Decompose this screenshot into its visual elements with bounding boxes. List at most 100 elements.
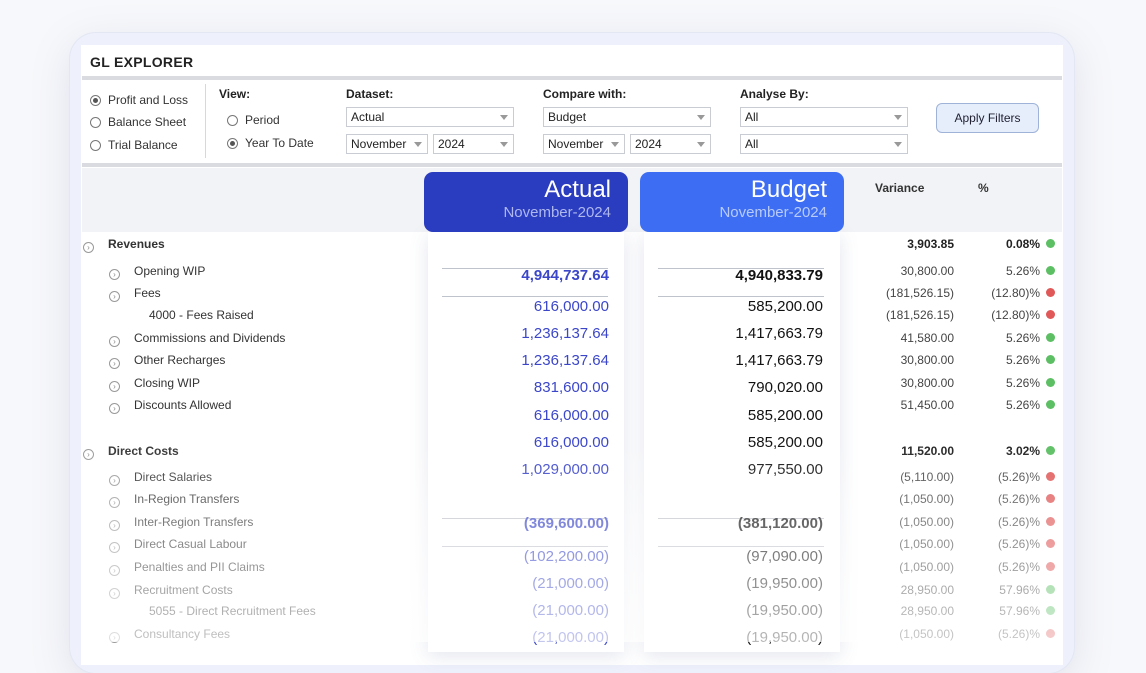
status-dot xyxy=(1046,400,1055,409)
actual-period: November-2024 xyxy=(503,204,611,221)
compare-select[interactable]: Budget xyxy=(543,107,711,127)
compare-label: Compare with: xyxy=(543,87,627,101)
radio-unselected-icon xyxy=(227,114,238,126)
radio-label: Profit and Loss xyxy=(108,93,189,107)
chevron-down-icon xyxy=(500,142,508,147)
radio-year-to-date[interactable]: Year To Date xyxy=(227,136,314,150)
status-dot xyxy=(1046,355,1055,364)
budget-value: (19,950.00) xyxy=(746,575,823,592)
status-dot xyxy=(1046,288,1055,297)
radio-profit-and-loss[interactable]: Profit and Loss xyxy=(90,93,188,107)
account-label: Penalties and PII Claims xyxy=(134,560,265,574)
filters-divider xyxy=(82,163,1062,167)
budget-value: (97,090.00) xyxy=(746,548,823,565)
expand-icon[interactable]: › xyxy=(109,497,120,508)
variance-value: 28,950.00 xyxy=(900,604,954,618)
percent-header: % xyxy=(978,181,989,195)
chevron-down-icon xyxy=(611,142,619,147)
radio-trial-balance[interactable]: Trial Balance xyxy=(90,138,178,152)
status-dot xyxy=(1046,539,1055,548)
radio-label: Period xyxy=(245,113,280,127)
actual-value: 1,236,137.64 xyxy=(521,325,609,342)
dataset-month-value: November xyxy=(351,137,407,151)
dataset-select[interactable]: Actual xyxy=(346,107,514,127)
status-dot xyxy=(1046,333,1055,342)
variance-value: 30,800.00 xyxy=(900,264,954,278)
actual-column-header: Actual November-2024 xyxy=(424,172,628,232)
percent-value: 5.26% xyxy=(1005,353,1040,367)
status-dot xyxy=(1046,446,1055,455)
account-label: In-Region Transfers xyxy=(134,492,240,506)
percent-value: (12.80)% xyxy=(991,286,1040,300)
percent-value: (5.26)% xyxy=(997,627,1040,641)
variance-value: (5,110.00) xyxy=(900,470,954,484)
radio-label: Year To Date xyxy=(245,136,314,150)
radio-selected-icon xyxy=(90,94,101,106)
expand-icon[interactable]: › xyxy=(109,358,120,369)
chevron-down-icon xyxy=(894,115,902,120)
radio-unselected-icon xyxy=(90,116,101,128)
expand-icon[interactable]: › xyxy=(109,632,120,643)
expand-icon[interactable]: › xyxy=(83,449,94,460)
percent-value: (5.26)% xyxy=(997,515,1040,529)
expand-icon[interactable]: › xyxy=(109,269,120,280)
budget-value: 585,200.00 xyxy=(747,407,823,424)
actual-value: 616,000.00 xyxy=(533,434,609,451)
expand-icon[interactable]: › xyxy=(109,403,120,414)
expand-icon[interactable]: › xyxy=(109,381,120,392)
dataset-year-select[interactable]: 2024 xyxy=(433,134,514,154)
expand-icon[interactable]: › xyxy=(109,565,120,576)
percent-value: (12.80)% xyxy=(991,308,1040,322)
status-dot xyxy=(1046,629,1055,638)
radio-balance-sheet[interactable]: Balance Sheet xyxy=(90,115,186,129)
expand-icon[interactable]: › xyxy=(83,242,94,253)
account-label: Commissions and Dividends xyxy=(134,331,286,345)
expand-icon[interactable]: › xyxy=(109,336,120,347)
status-dot xyxy=(1046,266,1055,275)
actual-value: (21,000.00) xyxy=(532,575,609,592)
budget-value: 1,417,663.79 xyxy=(735,352,823,369)
expand-icon[interactable]: › xyxy=(109,542,120,553)
variance-value: (181,526.15) xyxy=(885,308,954,322)
variance-value: (1,050.00) xyxy=(899,627,954,641)
actual-value: 616,000.00 xyxy=(533,407,609,424)
analyse-sub-value: All xyxy=(745,137,759,151)
budget-value: 4,940,833.79 xyxy=(735,267,823,284)
actual-value: (102,200.00) xyxy=(523,548,609,565)
compare-year-value: 2024 xyxy=(635,137,662,151)
radio-period[interactable]: Period xyxy=(227,113,280,127)
status-dot xyxy=(1046,472,1055,481)
expand-icon[interactable]: › xyxy=(109,475,120,486)
filter-divider xyxy=(205,84,206,158)
radio-label: Trial Balance xyxy=(108,138,178,152)
percent-value: 3.02% xyxy=(1005,444,1040,458)
expand-icon[interactable]: › xyxy=(109,520,120,531)
variance-value: (1,050.00) xyxy=(899,492,954,506)
analyse-select[interactable]: All xyxy=(740,107,908,127)
expand-icon[interactable]: › xyxy=(109,588,120,599)
status-dot xyxy=(1046,517,1055,526)
budget-value: (19,950.00) xyxy=(746,629,823,646)
analyse-sub-select[interactable]: All xyxy=(740,134,908,154)
percent-value: (5.26)% xyxy=(997,560,1040,574)
dataset-month-select[interactable]: November xyxy=(346,134,428,154)
percent-value: 57.96% xyxy=(999,583,1040,597)
total-rule xyxy=(442,296,608,297)
radio-label: Balance Sheet xyxy=(108,115,187,129)
apply-filters-button[interactable]: Apply Filters xyxy=(936,103,1039,133)
expand-icon[interactable]: › xyxy=(109,291,120,302)
compare-month-select[interactable]: November xyxy=(543,134,625,154)
percent-value: 5.26% xyxy=(1005,376,1040,390)
status-dot xyxy=(1046,606,1055,615)
account-label: Fees xyxy=(134,286,161,300)
chevron-down-icon xyxy=(697,142,705,147)
compare-year-select[interactable]: 2024 xyxy=(630,134,711,154)
total-rule xyxy=(442,546,608,547)
chevron-down-icon xyxy=(414,142,422,147)
radio-unselected-icon xyxy=(90,139,101,151)
actual-value: (21,000.00) xyxy=(532,602,609,619)
chevron-down-icon xyxy=(894,142,902,147)
account-label: Closing WIP xyxy=(134,376,201,390)
account-label: 4000 - Fees Raised xyxy=(149,308,254,322)
actual-value: (21,000.00) xyxy=(532,629,609,646)
